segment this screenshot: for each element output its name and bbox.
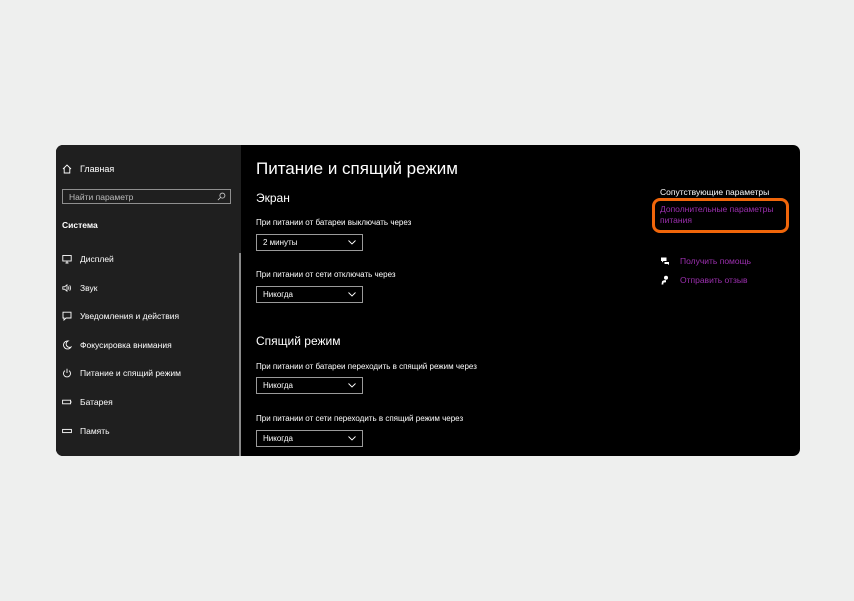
- sidebar-item-storage[interactable]: Память: [62, 424, 232, 438]
- sleep-plugged-select[interactable]: Никогда: [256, 430, 363, 447]
- related-settings-heading: Сопутствующие параметры: [660, 187, 770, 197]
- sidebar-item-label: Уведомления и действия: [80, 311, 180, 321]
- sidebar-item-sound[interactable]: Звук: [62, 281, 232, 295]
- home-icon: [62, 164, 72, 174]
- power-icon: [63, 368, 71, 378]
- battery-icon: [62, 399, 72, 405]
- chevron-down-icon: [348, 436, 356, 441]
- send-feedback-label: Отправить отзыв: [680, 275, 748, 285]
- sidebar-item-label: Память: [80, 426, 110, 436]
- select-value: Никогда: [263, 434, 293, 443]
- sidebar: Главная Система Дисплей Звук: [56, 145, 241, 456]
- sidebar-scrollbar[interactable]: [239, 253, 241, 456]
- screen-plugged-label: При питании от сети отключать через: [256, 270, 396, 279]
- search-box[interactable]: [62, 189, 231, 204]
- page-title: Питание и спящий режим: [256, 159, 458, 178]
- storage-icon: [62, 428, 72, 434]
- sidebar-item-label: Батарея: [80, 397, 113, 407]
- monitor-icon: [62, 255, 72, 264]
- sidebar-item-notifications[interactable]: Уведомления и действия: [62, 309, 232, 323]
- sidebar-item-battery[interactable]: Батарея: [62, 395, 232, 409]
- screen-battery-label: При питании от батареи выключать через: [256, 218, 412, 227]
- sidebar-item-display[interactable]: Дисплей: [62, 252, 232, 266]
- home-label: Главная: [80, 164, 115, 174]
- feedback-icon: [661, 275, 668, 285]
- sleep-plugged-label: При питании от сети переходить в спящий …: [256, 414, 464, 423]
- sidebar-item-label: Фокусировка внимания: [80, 340, 172, 350]
- sidebar-item-label: Звук: [80, 283, 98, 293]
- moon-icon: [63, 340, 72, 350]
- select-value: Никогда: [263, 290, 293, 299]
- sidebar-item-label: Питание и спящий режим: [80, 368, 181, 378]
- sidebar-item-focus-assist[interactable]: Фокусировка внимания: [62, 338, 232, 352]
- chat-help-icon: [661, 257, 669, 265]
- screen-plugged-select[interactable]: Никогда: [256, 286, 363, 303]
- get-help-link[interactable]: Получить помощь: [660, 255, 751, 267]
- sleep-battery-select[interactable]: Никогда: [256, 377, 363, 394]
- search-input[interactable]: [69, 190, 217, 203]
- select-value: 2 минуты: [263, 238, 298, 247]
- get-help-label: Получить помощь: [680, 256, 752, 266]
- notification-icon: [62, 311, 72, 321]
- speaker-icon: [62, 283, 71, 293]
- highlight-frame: [652, 198, 789, 233]
- sidebar-item-label: Дисплей: [80, 254, 114, 264]
- send-feedback-link[interactable]: Отправить отзыв: [660, 274, 747, 286]
- chevron-down-icon: [348, 240, 356, 245]
- settings-window: Главная Система Дисплей Звук: [56, 145, 800, 456]
- chevron-down-icon: [348, 383, 356, 388]
- chevron-down-icon: [348, 292, 356, 297]
- home-link[interactable]: Главная: [62, 162, 114, 176]
- section-title: Система: [62, 220, 98, 230]
- sleep-battery-label: При питании от батареи переходить в спящ…: [256, 362, 477, 371]
- screen-heading: Экран: [256, 191, 290, 205]
- select-value: Никогда: [263, 381, 293, 390]
- search-icon[interactable]: [217, 192, 226, 201]
- screen-battery-select[interactable]: 2 минуты: [256, 234, 363, 251]
- sidebar-item-power-sleep[interactable]: Питание и спящий режим: [62, 366, 232, 380]
- sleep-heading: Спящий режим: [256, 334, 341, 348]
